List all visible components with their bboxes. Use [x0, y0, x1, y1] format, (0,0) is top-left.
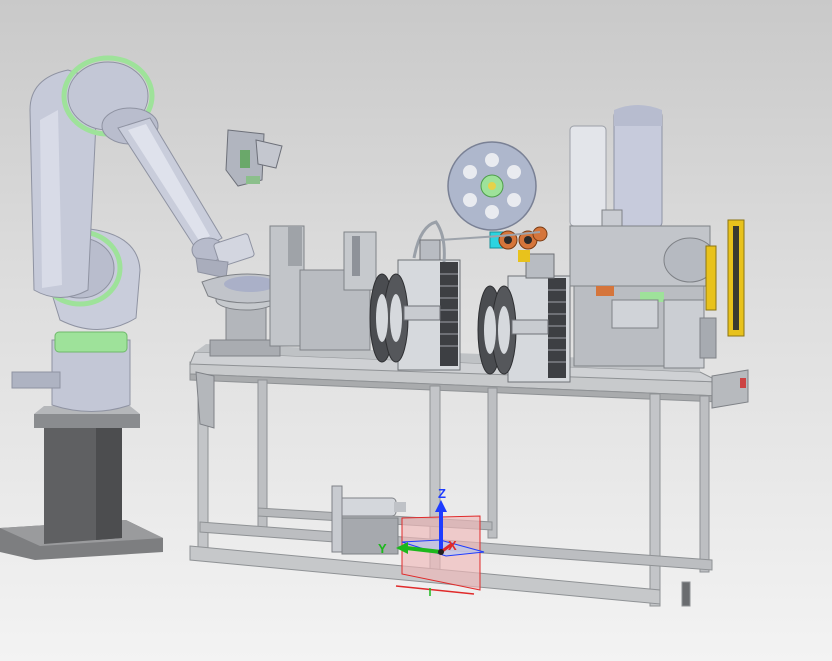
z-axis-label: Z	[438, 486, 446, 501]
x-axis-label: X	[448, 538, 457, 553]
side-control-panel[interactable]	[711, 369, 749, 409]
station-left[interactable]	[269, 225, 377, 351]
assembly-model[interactable]: Z X Y	[0, 0, 832, 661]
press-tower[interactable]	[569, 105, 663, 241]
floating-gripper-part[interactable]	[225, 129, 283, 187]
reel-feeder-1[interactable]	[369, 220, 461, 371]
lower-cylinder[interactable]	[331, 485, 406, 555]
robot-pedestal[interactable]	[0, 406, 163, 560]
station-right[interactable]	[569, 225, 717, 369]
y-axis-label: Y	[378, 541, 387, 556]
cad-3d-viewport[interactable]: Z X Y	[0, 0, 832, 661]
label-spool[interactable]	[447, 141, 537, 231]
reel-feeder-2[interactable]	[477, 253, 571, 383]
